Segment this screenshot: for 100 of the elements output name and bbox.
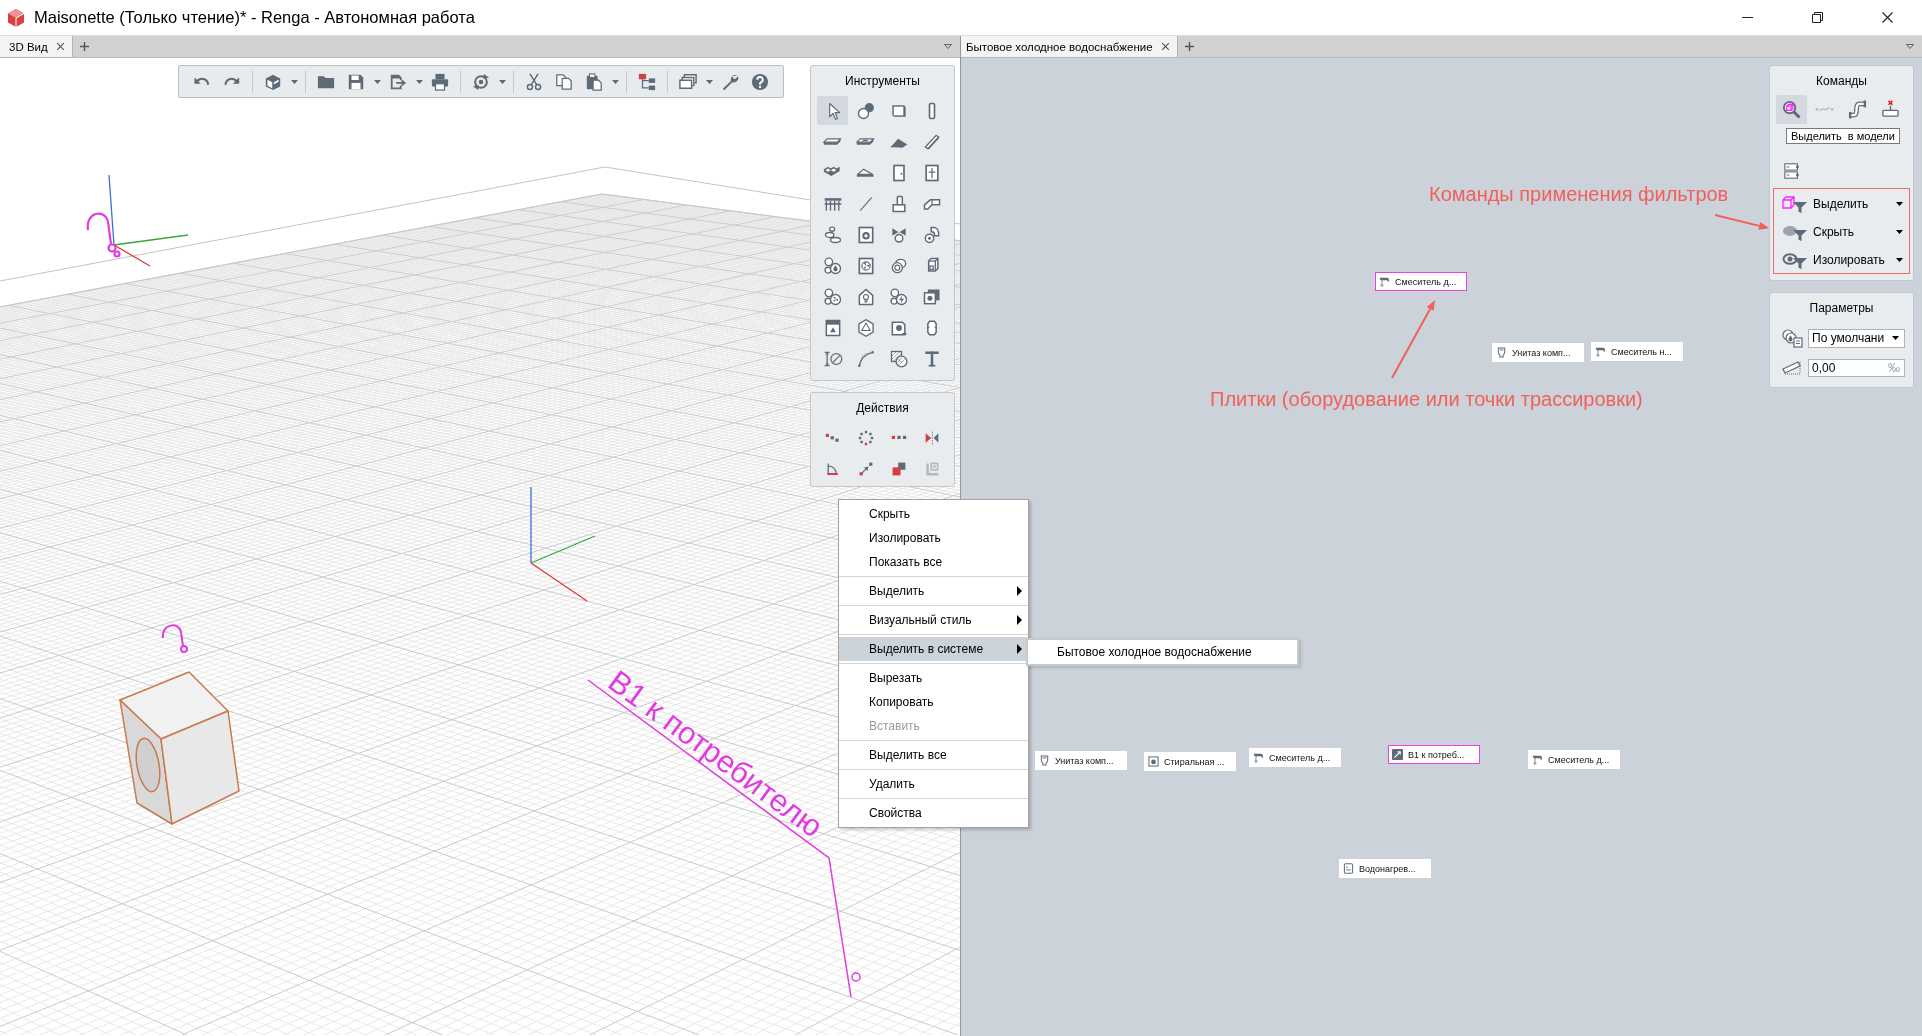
- polyhedron-icon: [855, 317, 876, 338]
- menu-item[interactable]: Выделить в системе: [839, 637, 1028, 661]
- menu-item[interactable]: Удалить: [839, 772, 1028, 796]
- equipment-tile[interactable]: Смеситель д...: [1528, 750, 1620, 769]
- route-point-icon: [1392, 749, 1403, 760]
- caret-icon: [944, 44, 952, 49]
- move-arrow-icon: [857, 460, 874, 477]
- filter-dropdown-button[interactable]: Изолировать: [1774, 246, 1909, 274]
- slope-input-field[interactable]: 0,00 ‰: [1808, 359, 1905, 377]
- caret-icon: [1906, 44, 1914, 49]
- curve-icon: [855, 348, 876, 369]
- system-style-icon: [1781, 328, 1803, 348]
- annotation-text: Плитки (оборудование или точки трассировки): [1210, 388, 1643, 411]
- equipment-tile[interactable]: Стиральная ...: [1144, 752, 1236, 771]
- annotation-text: Команды применения фильтров: [1429, 183, 1729, 206]
- caret-icon: [705, 79, 713, 84]
- plumbing-fixtures-icon: [822, 224, 843, 245]
- magnifier-cube-icon: [1782, 100, 1801, 119]
- equipment-tile[interactable]: Смеситель д...: [1249, 748, 1341, 767]
- submenu-arrow-icon: [1017, 586, 1022, 596]
- eye-funnel-icon: [1782, 250, 1808, 270]
- electric-system-icon: [888, 286, 909, 307]
- pipe-end-marker: [851, 972, 861, 982]
- filter-dropdown-button[interactable]: Скрыть: [1774, 218, 1909, 246]
- dotted-curve-icon: [1815, 106, 1834, 113]
- faucet-icon: [1379, 276, 1390, 287]
- export-arrow-icon: [389, 72, 407, 91]
- move-points-icon: [825, 432, 840, 443]
- toilet-icon: [1496, 347, 1507, 358]
- ramp-icon: [856, 167, 875, 178]
- submenu-arrow-icon: [1017, 644, 1022, 654]
- undo-icon: [194, 77, 210, 86]
- minimize-icon: [1741, 17, 1753, 18]
- tool-button[interactable]: [817, 96, 848, 125]
- toilet-icon: [1039, 755, 1050, 766]
- filter-dropdown-button[interactable]: Выделить: [1774, 190, 1909, 218]
- caret-icon: [1896, 258, 1903, 262]
- menu-item[interactable]: Вырезать: [839, 666, 1028, 690]
- tab[interactable]: Бытовое холодное водоснабжение: [961, 36, 1178, 57]
- menu-item[interactable]: Визуальный стиль: [839, 608, 1028, 632]
- menu-item[interactable]: Копировать: [839, 690, 1028, 714]
- help-icon: [751, 72, 769, 91]
- panel-title: Инструменты: [845, 74, 920, 88]
- layers-icon: [679, 72, 697, 91]
- caret-icon: [1892, 336, 1899, 340]
- scissors-icon: [525, 72, 543, 91]
- menu-item[interactable]: Показать все: [839, 550, 1028, 574]
- rotate-icon: [824, 460, 841, 477]
- menu-item[interactable]: Выделить: [839, 579, 1028, 603]
- caret-icon: [290, 79, 298, 84]
- close-icon: [1162, 43, 1170, 50]
- clipboard-icon: [585, 72, 603, 91]
- tab[interactable]: 3D Вид: [0, 36, 73, 57]
- mirror-icon: [923, 429, 940, 446]
- restore-icon: [1811, 12, 1823, 23]
- water-system-icon: [822, 255, 843, 276]
- cube-icon: [264, 72, 282, 91]
- submenu-arrow-icon: [1017, 615, 1022, 625]
- hierarchy-icon: [638, 72, 656, 91]
- menu-item[interactable]: Изолировать: [839, 526, 1028, 550]
- caret-icon: [373, 79, 381, 84]
- menu-item[interactable]: Бытовое холодное водоснабжение: [1028, 640, 1297, 664]
- sync-icon: [472, 72, 490, 91]
- route-point-tile[interactable]: В1 к потреб...: [1388, 745, 1480, 764]
- copy-icon: [555, 72, 573, 91]
- equipment-tile[interactable]: Смеситель д...: [1375, 272, 1467, 291]
- circular-array-icon: [857, 429, 874, 446]
- command-button[interactable]: [1776, 95, 1807, 124]
- plus-icon: [1185, 42, 1195, 51]
- shapes-icon: [855, 100, 876, 121]
- faucet-icon: [1532, 754, 1543, 765]
- plus-icon: [80, 42, 90, 51]
- menu-item[interactable]: Скрыть: [839, 502, 1028, 526]
- slab-opening-icon: [856, 137, 875, 146]
- water-heater-icon: [1343, 863, 1354, 874]
- menu-item[interactable]: Выделить все: [839, 743, 1028, 767]
- close-icon: [57, 43, 65, 50]
- equipment-tile[interactable]: Унитаз комп...: [1035, 751, 1127, 770]
- panel-title: Параметры: [1809, 301, 1874, 315]
- faucet-icon: [1595, 346, 1606, 357]
- faucet-icon: [1253, 752, 1264, 763]
- slope-ruler-icon: [1781, 359, 1803, 377]
- panel-title: Команды: [1816, 73, 1867, 88]
- slab-icon: [823, 137, 842, 146]
- caret-icon: [498, 79, 506, 84]
- printer-icon: [431, 72, 449, 91]
- unit-label: ‰: [1888, 361, 1900, 375]
- menu-item[interactable]: Свойства: [839, 801, 1028, 825]
- app-logo-icon: [6, 7, 26, 28]
- window-title: Maisonette (Только чтение)* - Renga - Автономная работа: [34, 8, 475, 27]
- equipment-tile[interactable]: Смеситель н...: [1591, 342, 1683, 361]
- equipment-tile[interactable]: Водонагрев...: [1339, 859, 1431, 878]
- linear-array-icon: [890, 435, 907, 440]
- faucet-model-drawing: [86, 212, 121, 258]
- style-select[interactable]: По умолчани: [1808, 328, 1905, 348]
- close-icon: [1881, 12, 1893, 23]
- ventilation-system-icon: [822, 286, 843, 307]
- equipment-tile[interactable]: Унитаз комп...: [1492, 343, 1584, 362]
- cube-funnel-icon: [1782, 194, 1808, 214]
- pipe-bend-icon: [1848, 100, 1867, 119]
